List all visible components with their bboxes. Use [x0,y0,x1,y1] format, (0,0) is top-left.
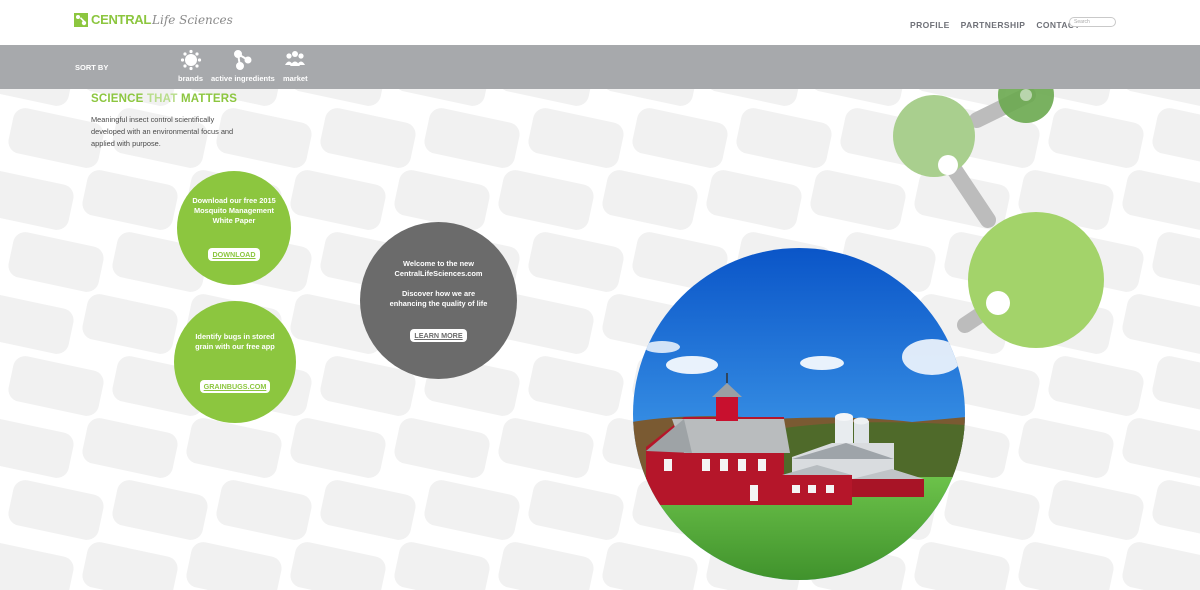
background-tile [0,106,2,170]
background-tile [632,108,728,168]
tagline-word-that: THAT [146,93,178,105]
background-tile [1048,356,1144,416]
logo-wordmark-bold: CENTRAL [91,12,152,27]
sort-market[interactable]: market [283,49,308,83]
sort-active-ingredients-label: active ingredients [211,74,275,83]
background-tile [706,170,802,230]
background-tile [1018,542,1114,590]
background-tile [394,418,490,478]
background-tile [528,108,624,168]
top-navigation: PROFILE PARTNERSHIP CONTACT [910,20,1080,30]
tagline-word-science: SCIENCE [91,93,144,105]
background-tile [82,294,178,354]
sort-by-label: SORT BY [75,63,109,72]
farm-photo [633,248,965,580]
background-tile [186,542,282,590]
nav-profile[interactable]: PROFILE [910,20,950,30]
background-tile [528,356,624,416]
background-tile [320,480,416,540]
people-icon [285,51,306,66]
background-tile [498,170,594,230]
logo[interactable]: CENTRAL Life Sciences [74,12,233,27]
sun-icon [180,49,201,71]
sort-brands-label: brands [178,74,204,83]
sort-active-ingredients[interactable]: active ingredients [211,49,275,83]
background-tile [112,480,208,540]
background-tile [216,480,312,540]
logo-wordmark-script: Life Sciences [152,12,233,27]
background-tile [0,418,74,478]
background-tile [186,418,282,478]
tagline-word-matters: MATTERS [180,93,238,105]
welcome-circle: Welcome to the new CentralLifeSciences.c… [360,222,517,379]
background-tile [82,418,178,478]
background-tile [1122,542,1200,590]
nav-partnership[interactable]: PARTNERSHIP [961,20,1026,30]
background-tile [0,230,2,294]
grainbugs-text: Identify bugs in stored grain with our f… [195,331,275,351]
background-tile [1122,418,1200,478]
grainbugs-link-button[interactable]: GRAINBUGS.COM [199,379,271,393]
background-tile [290,170,386,230]
background-tile [0,354,2,418]
background-tile [1152,480,1200,540]
background-tile [290,542,386,590]
download-button[interactable]: DOWNLOAD [208,247,260,261]
logo-mark-icon [74,12,88,27]
learn-more-button[interactable]: LEARN MORE [410,329,467,342]
background-tile [1018,418,1114,478]
background-tile [394,542,490,590]
download-whitepaper-circle: Download our free 2015 Mosquito Manageme… [177,171,291,285]
background-tile [602,170,698,230]
background-tile [0,170,74,230]
welcome-subtext: Discover how we are enhancing the qualit… [389,289,488,308]
tagline-heading: SCIENCE THAT MATTERS [91,93,241,105]
background-tile [82,170,178,230]
sort-bar: SORT BY brands active ingredients market [0,45,1200,89]
download-whitepaper-text: Download our free 2015 Mosquito Manageme… [192,195,276,225]
background-tile [82,542,178,590]
search-input[interactable]: Search [1069,17,1116,27]
background-tile [528,232,624,292]
tagline: SCIENCE THAT MATTERS Meaningful insect c… [91,93,241,150]
background-tile [736,108,832,168]
background-tile [0,478,2,542]
background-tile [320,108,416,168]
background-tile [424,108,520,168]
background-tile [1048,480,1144,540]
background-tile [424,480,520,540]
background-tile [0,294,74,354]
background-tile [498,542,594,590]
background-tile [1152,356,1200,416]
background-tile [528,480,624,540]
background-tile [0,542,74,590]
sort-market-label: market [283,74,308,83]
sort-brands[interactable]: brands [178,49,203,83]
background-tile [8,232,104,292]
background-tile [8,480,104,540]
tagline-description: Meaningful insect control scientifically… [91,115,234,148]
background-tile [8,356,104,416]
molecule-icon [233,50,252,70]
background-tile [290,418,386,478]
grainbugs-circle: Identify bugs in stored grain with our f… [174,301,296,423]
site-header: CENTRAL Life Sciences PROFILE PARTNERSHI… [0,0,1200,45]
background-tile [498,418,594,478]
welcome-text: Welcome to the new CentralLifeSciences.c… [394,259,483,278]
